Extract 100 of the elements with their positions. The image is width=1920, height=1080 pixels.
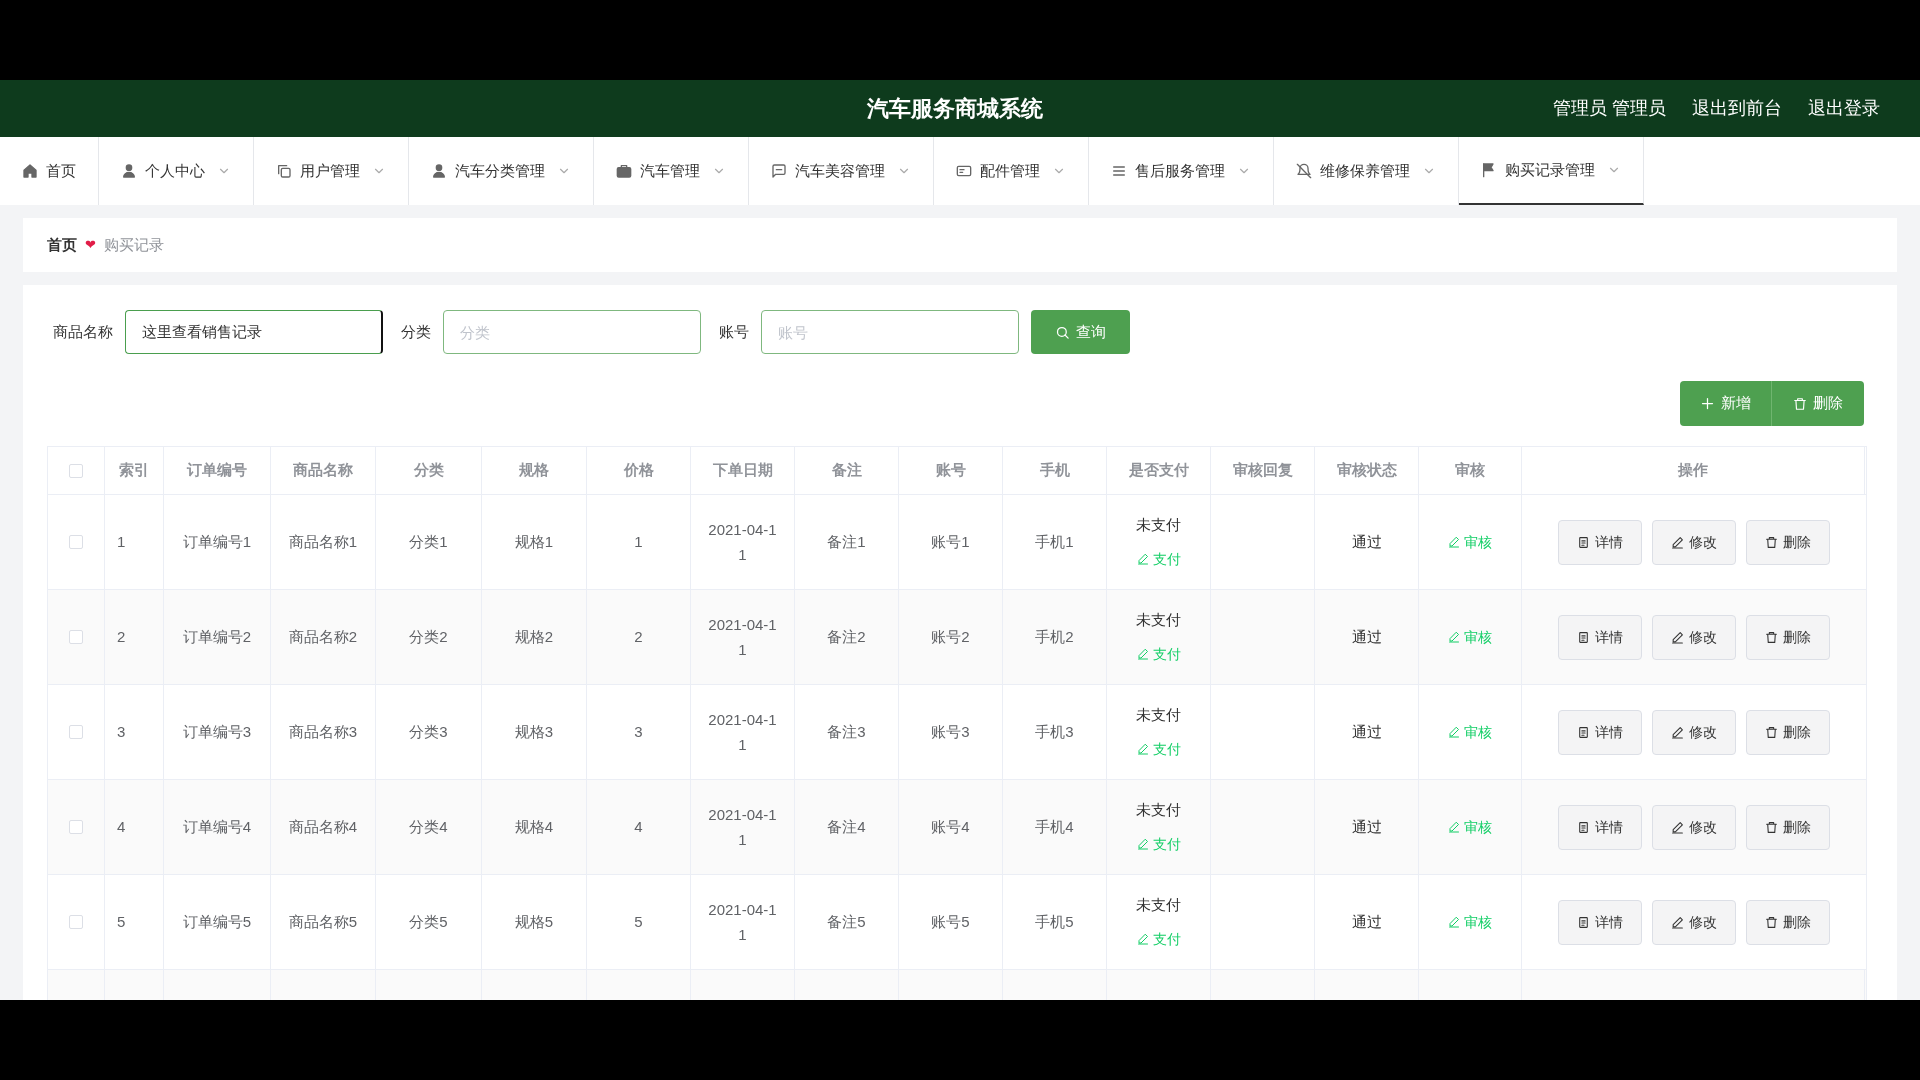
nav-tab[interactable]: 配件管理 xyxy=(934,137,1089,205)
nav-tab[interactable]: 汽车分类管理 xyxy=(409,137,594,205)
detail-button[interactable]: 详情 xyxy=(1557,614,1642,660)
nav-tab[interactable]: 汽车美容管理 xyxy=(749,137,934,205)
table-cell-text: 手机5 xyxy=(1035,911,1074,932)
edit-button[interactable]: 修改 xyxy=(1651,519,1736,565)
field-label: 分类 xyxy=(401,321,431,342)
table-cell-text: 账号1 xyxy=(931,531,970,552)
document-icon xyxy=(1576,820,1590,834)
table-cell-text: 3 xyxy=(117,721,126,742)
detail-button[interactable]: 详情 xyxy=(1557,804,1642,850)
review-status: 通过 xyxy=(1351,626,1382,647)
pencil-icon xyxy=(1136,743,1149,756)
column-header: 分类 xyxy=(413,460,444,481)
checkbox[interactable] xyxy=(69,725,83,739)
delete-button[interactable]: 删除 xyxy=(1745,614,1830,660)
delete-button[interactable]: 删除 xyxy=(1745,804,1830,850)
column-header: 手机 xyxy=(1039,460,1070,481)
table-cell-text: 规格3 xyxy=(514,721,554,742)
review-status: 通过 xyxy=(1351,911,1382,932)
table-cell-text: 规格2 xyxy=(514,626,554,647)
bell-off-icon xyxy=(1296,163,1312,179)
table-cell-text: 手机1 xyxy=(1035,531,1074,552)
column-header: 商品名称 xyxy=(293,460,353,481)
edit-button[interactable]: 修改 xyxy=(1651,899,1736,945)
edit-button[interactable]: 修改 xyxy=(1651,709,1736,755)
table-cell-text: 2021-04-11 xyxy=(707,520,778,565)
trash-icon xyxy=(1764,535,1778,549)
table-cell-text: 备注2 xyxy=(827,626,866,647)
column-header: 备注 xyxy=(831,460,862,481)
table-cell-text: 5 xyxy=(117,911,126,932)
nav-tab[interactable]: 汽车管理 xyxy=(594,137,749,205)
column-header: 审核回复 xyxy=(1232,460,1293,481)
column-header: 订单编号 xyxy=(187,460,247,481)
document-icon xyxy=(1576,535,1590,549)
table-cell-text: 分类3 xyxy=(409,721,448,742)
table-cell-text: 2021-04-11 xyxy=(707,805,778,850)
search-field[interactable]: 分类 xyxy=(443,310,701,354)
column-header: 价格 xyxy=(623,460,654,481)
header-link[interactable]: 退出到前台 xyxy=(1692,95,1782,122)
nav-tab[interactable]: 售后服务管理 xyxy=(1089,137,1274,205)
header-link[interactable]: 退出登录 xyxy=(1808,95,1880,122)
breadcrumb-link[interactable]: 首页 xyxy=(47,233,77,257)
edit-button[interactable]: 修改 xyxy=(1651,804,1736,850)
delete-button[interactable]: 删除 xyxy=(1745,709,1830,755)
home-icon xyxy=(22,163,38,179)
table-cell-text: 1 xyxy=(117,531,126,552)
card-icon xyxy=(956,163,972,179)
table-cell-text: 4 xyxy=(117,816,126,837)
search-field[interactable]: 账号 xyxy=(761,310,1019,354)
field-label: 商品名称 xyxy=(53,321,113,342)
table-cell-text: 订单编号2 xyxy=(182,626,252,647)
nav-tab[interactable]: 首页 xyxy=(0,137,99,205)
table-cell-text: 2 xyxy=(634,626,643,647)
list-icon xyxy=(1111,163,1127,179)
pencil-icon xyxy=(1448,726,1460,738)
nav-tab[interactable]: 个人中心 xyxy=(99,137,254,205)
table-cell-text: 2 xyxy=(117,626,126,647)
table-cell-text: 规格5 xyxy=(514,911,554,932)
field-label: 账号 xyxy=(719,321,749,342)
document-icon xyxy=(1576,630,1590,644)
header-link[interactable]: 管理员 管理员 xyxy=(1553,95,1666,122)
table-cell-text: 5 xyxy=(634,911,643,932)
table-cell-text: 订单编号5 xyxy=(182,911,252,932)
table-cell-text: 手机4 xyxy=(1035,816,1074,837)
briefcase-icon xyxy=(616,163,632,179)
checkbox[interactable] xyxy=(69,630,83,644)
table-cell-text: 订单编号4 xyxy=(182,816,252,837)
delete-button[interactable]: 删除 xyxy=(1745,899,1830,945)
edit-button[interactable]: 修改 xyxy=(1651,614,1736,660)
table-cell-text: 规格4 xyxy=(514,816,554,837)
checkbox[interactable] xyxy=(69,820,83,834)
detail-button[interactable]: 详情 xyxy=(1557,709,1642,755)
pencil-icon xyxy=(1136,838,1149,851)
review-status: 通过 xyxy=(1351,816,1382,837)
pencil-icon xyxy=(1670,630,1684,644)
pencil-icon xyxy=(1136,648,1149,661)
table-cell-text: 账号3 xyxy=(931,721,970,742)
trash-icon xyxy=(1764,820,1778,834)
payment-status: 未支付 xyxy=(1136,610,1181,631)
table-cell-text: 账号5 xyxy=(931,911,970,932)
pencil-icon xyxy=(1448,536,1460,548)
pencil-icon xyxy=(1670,535,1684,549)
table-cell-text: 商品名称2 xyxy=(288,626,358,647)
nav-tab[interactable]: 用户管理 xyxy=(254,137,409,205)
table-cell-text: 分类5 xyxy=(409,911,448,932)
user-icon xyxy=(121,163,137,179)
pencil-icon xyxy=(1670,820,1684,834)
nav-tab[interactable]: 购买记录管理 xyxy=(1459,137,1644,205)
checkbox[interactable] xyxy=(69,915,83,929)
search-field[interactable]: 这里查看销售记录 xyxy=(125,310,383,354)
delete-button[interactable]: 删除 xyxy=(1745,519,1830,565)
copy-icon xyxy=(276,163,292,179)
table-cell-text: 1 xyxy=(634,531,643,552)
heart-icon: ❤ xyxy=(85,235,96,255)
checkbox[interactable] xyxy=(69,535,83,549)
detail-button[interactable]: 详情 xyxy=(1557,519,1642,565)
table-cell-text: 商品名称3 xyxy=(288,721,358,742)
detail-button[interactable]: 详情 xyxy=(1557,899,1642,945)
checkbox[interactable] xyxy=(69,463,83,478)
